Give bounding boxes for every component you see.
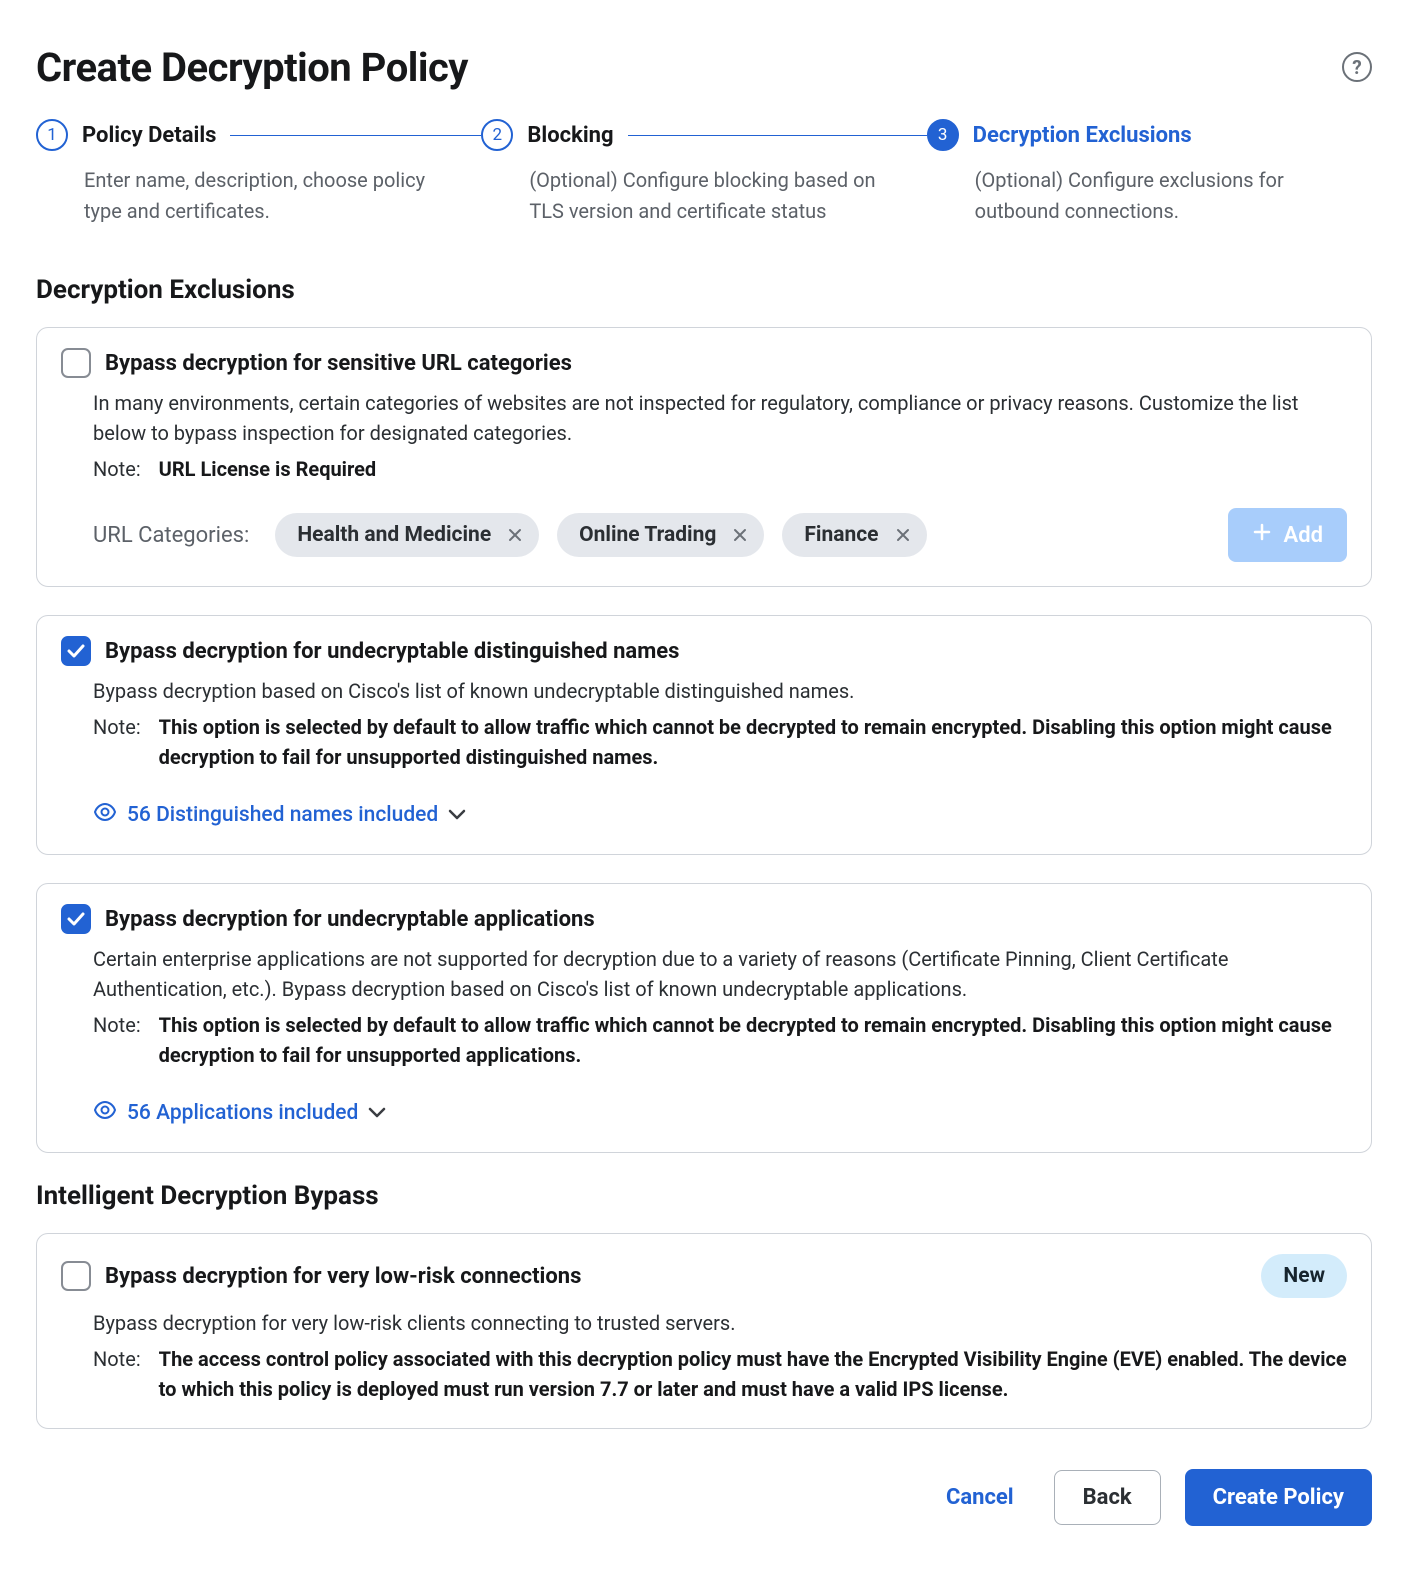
card-desc: Bypass decryption based on Cisco's list … xyxy=(93,676,1347,706)
card-desc: In many environments, certain categories… xyxy=(93,388,1347,448)
new-badge: New xyxy=(1261,1254,1347,1298)
eye-icon xyxy=(93,1098,117,1128)
card-title: Bypass decryption for sensitive URL cate… xyxy=(105,351,572,376)
step-desc: (Optional) Configure exclusions for outb… xyxy=(975,165,1335,227)
create-policy-button[interactable]: Create Policy xyxy=(1185,1469,1372,1526)
card-title: Bypass decryption for undecryptable appl… xyxy=(105,907,595,932)
card-desc: Certain enterprise applications are not … xyxy=(93,944,1347,1004)
checkbox-distinguished-names[interactable] xyxy=(61,636,91,666)
distinguished-names-link[interactable]: 56 Distinguished names included xyxy=(93,800,1347,830)
chip-online-trading: Online Trading xyxy=(557,513,764,557)
step-decryption-exclusions[interactable]: 3 Decryption Exclusions (Optional) Confi… xyxy=(927,119,1372,227)
plus-icon xyxy=(1252,522,1272,548)
footer: Cancel Back Create Policy xyxy=(36,1469,1372,1526)
step-number: 2 xyxy=(481,119,513,151)
step-policy-details[interactable]: 1 Policy Details Enter name, description… xyxy=(36,119,481,227)
note-value: This option is selected by default to al… xyxy=(159,712,1347,772)
eye-icon xyxy=(93,800,117,830)
note-value: This option is selected by default to al… xyxy=(159,1010,1347,1070)
cancel-button[interactable]: Cancel xyxy=(930,1473,1030,1522)
link-label: 56 Distinguished names included xyxy=(127,803,438,827)
applications-link[interactable]: 56 Applications included xyxy=(93,1098,1347,1128)
chip-finance: Finance xyxy=(782,513,926,557)
card-desc: Bypass decryption for very low-risk clie… xyxy=(93,1308,1347,1338)
stepper: 1 Policy Details Enter name, description… xyxy=(36,119,1372,227)
note-label: Note: xyxy=(93,1010,141,1070)
note-label: Note: xyxy=(93,1344,141,1404)
card-title: Bypass decryption for very low-risk conn… xyxy=(105,1264,581,1289)
note-value: The access control policy associated wit… xyxy=(159,1344,1347,1404)
chip-label: Online Trading xyxy=(579,523,716,547)
chip-label: Health and Medicine xyxy=(297,523,491,547)
step-connector xyxy=(628,135,927,136)
step-desc: (Optional) Configure blocking based on T… xyxy=(529,165,889,227)
card-url-categories: Bypass decryption for sensitive URL cate… xyxy=(36,327,1372,587)
card-low-risk: Bypass decryption for very low-risk conn… xyxy=(36,1233,1372,1429)
checkbox-low-risk[interactable] xyxy=(61,1261,91,1291)
step-title: Policy Details xyxy=(82,123,216,148)
add-button[interactable]: Add xyxy=(1228,508,1347,562)
help-icon[interactable]: ? xyxy=(1342,52,1372,82)
step-number: 1 xyxy=(36,119,68,151)
close-icon[interactable] xyxy=(893,525,913,545)
card-title: Bypass decryption for undecryptable dist… xyxy=(105,639,679,664)
close-icon[interactable] xyxy=(730,525,750,545)
step-desc: Enter name, description, choose policy t… xyxy=(84,165,444,227)
add-label: Add xyxy=(1284,523,1323,548)
url-categories-label: URL Categories: xyxy=(93,523,249,548)
note-label: Note: xyxy=(93,712,141,772)
card-applications: Bypass decryption for undecryptable appl… xyxy=(36,883,1372,1153)
step-number: 3 xyxy=(927,119,959,151)
back-button[interactable]: Back xyxy=(1054,1470,1161,1525)
link-label: 56 Applications included xyxy=(127,1101,358,1125)
step-connector xyxy=(230,135,481,136)
step-blocking[interactable]: 2 Blocking (Optional) Configure blocking… xyxy=(481,119,926,227)
chip-health-and-medicine: Health and Medicine xyxy=(275,513,539,557)
step-title: Decryption Exclusions xyxy=(973,123,1192,148)
note-label: Note: xyxy=(93,454,141,484)
chevron-down-icon xyxy=(448,803,466,827)
checkbox-url-categories[interactable] xyxy=(61,348,91,378)
card-distinguished-names: Bypass decryption for undecryptable dist… xyxy=(36,615,1372,855)
chip-label: Finance xyxy=(804,523,878,547)
section-decryption-exclusions-title: Decryption Exclusions xyxy=(36,275,1372,305)
note-value: URL License is Required xyxy=(159,454,377,484)
page-title: Create Decryption Policy xyxy=(36,44,468,91)
checkbox-applications[interactable] xyxy=(61,904,91,934)
close-icon[interactable] xyxy=(505,525,525,545)
chevron-down-icon xyxy=(368,1101,386,1125)
step-title: Blocking xyxy=(527,123,613,148)
section-intelligent-bypass-title: Intelligent Decryption Bypass xyxy=(36,1181,1372,1211)
